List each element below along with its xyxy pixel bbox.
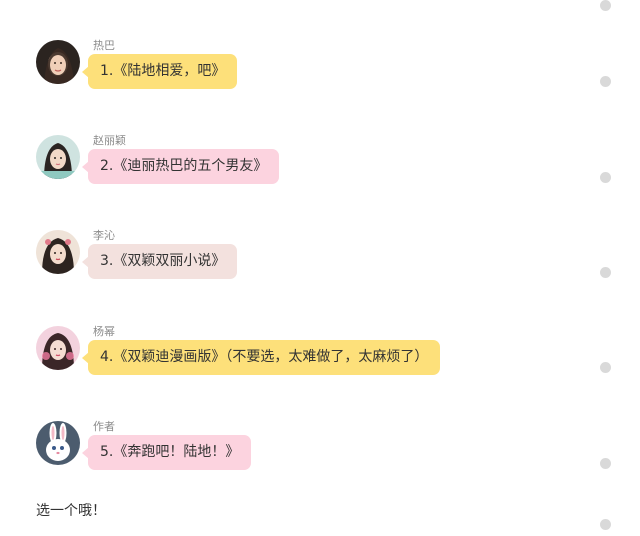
message-bubble[interactable]: 2.《迪丽热巴的五个男友》: [81, 149, 280, 184]
li-qin-avatar[interactable]: [36, 230, 80, 274]
sender-name: 作者: [93, 420, 115, 433]
footer-text: 选一个哦！: [36, 503, 106, 519]
chat-message: 赵丽颖 2.《迪丽热巴的五个男友》: [36, 134, 596, 195]
timeline-dot: [600, 0, 611, 11]
timeline-dot: [600, 362, 611, 373]
chat-message: 作者 5.《奔跑吧！陆地！》: [36, 420, 596, 481]
message-bubble[interactable]: 1.《陆地相爱，吧》: [81, 54, 238, 89]
chat-message: 杨幂 4.《双颖迪漫画版》（不要选，太难做了，太麻烦了）: [36, 325, 596, 386]
timeline-dot: [600, 458, 611, 469]
timeline-dot: [600, 76, 611, 87]
timeline-dot: [600, 519, 611, 530]
sender-name: 李沁: [93, 229, 115, 242]
sender-name: 杨幂: [93, 325, 115, 338]
bunny-avatar[interactable]: [36, 421, 80, 465]
message-bubble[interactable]: 5.《奔跑吧！陆地！》: [81, 435, 252, 470]
timeline-dot: [600, 267, 611, 278]
sender-name: 热巴: [93, 39, 115, 52]
dilraba-avatar[interactable]: [36, 40, 80, 84]
yang-mi-avatar[interactable]: [36, 326, 80, 370]
zhao-liying-avatar[interactable]: [36, 135, 80, 179]
timeline-dot: [600, 172, 611, 183]
chat-message: 李沁 3.《双颖双丽小说》: [36, 229, 596, 290]
message-bubble[interactable]: 4.《双颖迪漫画版》（不要选，太难做了，太麻烦了）: [81, 340, 441, 375]
message-bubble[interactable]: 3.《双颖双丽小说》: [81, 244, 238, 279]
sender-name: 赵丽颖: [93, 134, 126, 147]
chat-message: 热巴 1.《陆地相爱，吧》: [36, 39, 596, 100]
